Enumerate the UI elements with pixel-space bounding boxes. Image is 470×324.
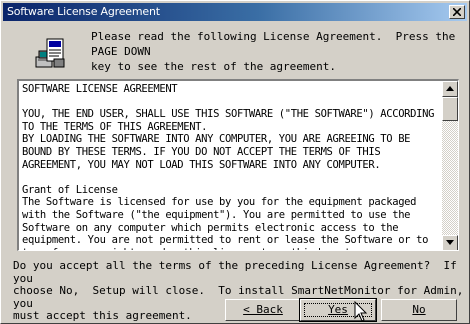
license-text-area[interactable]: SOFTWARE LICENSE AGREEMENT YOU, THE END … <box>17 79 459 251</box>
window-title: Software License Agreement <box>7 5 160 18</box>
license-agreement-text: SOFTWARE LICENSE AGREEMENT YOU, THE END … <box>22 83 435 250</box>
back-button[interactable]: < Back <box>225 299 301 321</box>
no-button[interactable]: No <box>381 299 457 321</box>
scroll-down-button[interactable] <box>442 235 458 250</box>
close-button[interactable] <box>449 5 465 19</box>
scroll-up-arrow-icon <box>446 86 454 91</box>
title-bar[interactable]: Software License Agreement <box>3 3 467 21</box>
license-dialog: Software License Agreement Please read t… <box>0 0 470 324</box>
setup-computer-license-icon <box>35 38 65 68</box>
close-x-icon <box>453 8 461 16</box>
scroll-thumb[interactable] <box>442 97 458 121</box>
vertical-scrollbar[interactable] <box>442 81 458 250</box>
scroll-up-button[interactable] <box>442 81 458 97</box>
scroll-down-arrow-icon <box>446 240 454 245</box>
mouse-pointer-icon <box>354 301 368 322</box>
instructions-text: Please read the following License Agreem… <box>91 30 456 73</box>
